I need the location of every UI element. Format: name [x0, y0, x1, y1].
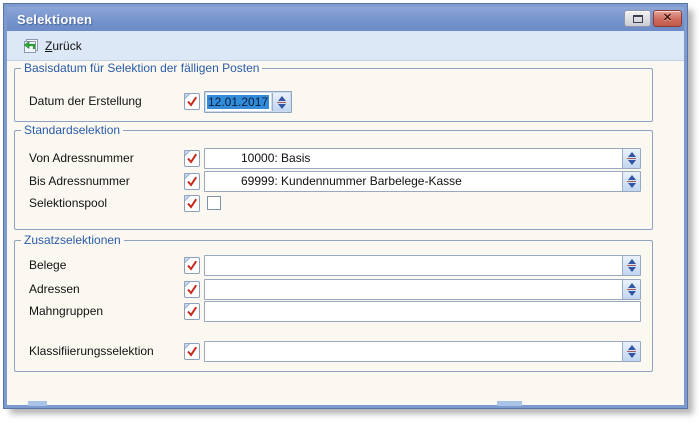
selektionspool-checkbox[interactable] [207, 196, 221, 210]
back-button[interactable]: Zurück [15, 34, 92, 58]
spin-up-icon [628, 175, 636, 180]
group-basisdatum-legend: Basisdatum für Selektion der fälligen Po… [21, 61, 262, 75]
dropdown-spinner[interactable] [622, 280, 640, 299]
group-standardselektion-legend: Standardselektion [21, 123, 123, 137]
row-adressen: Adressen [15, 279, 652, 300]
dropdown-value [205, 256, 622, 275]
dropdown-value: 10000: Basis [205, 149, 622, 168]
background-window-edge [28, 401, 47, 406]
field-label: Datum der Erstellung [29, 91, 142, 112]
row-klassifiierungsselektion: Klassifiierungsselektion [15, 341, 652, 362]
back-button-label: Zurück [45, 39, 82, 53]
confirm-checkbox-icon[interactable] [184, 195, 200, 212]
spin-divider [627, 265, 636, 266]
background-window-edge [497, 401, 522, 406]
group-zusatzselektionen-legend: Zusatzselektionen [21, 233, 124, 247]
spin-down-icon [628, 291, 636, 296]
spin-down-icon [628, 183, 636, 188]
field-label: Von Adressnummer [29, 148, 134, 169]
dropdown-spinner[interactable] [622, 256, 640, 275]
window-title: Selektionen [17, 12, 92, 27]
group-standardselektion: Standardselektion Von Adressnummer 10000… [14, 130, 653, 230]
adressen-dropdown[interactable] [204, 279, 641, 300]
minimize-icon [633, 15, 643, 23]
row-bis-adressnummer: Bis Adressnummer 69999: Kundennummer Bar… [15, 171, 652, 192]
spin-divider [277, 102, 286, 103]
confirm-checkbox-icon[interactable] [184, 257, 200, 274]
confirm-checkbox-icon[interactable] [184, 93, 200, 110]
field-label: Selektionspool [29, 193, 107, 214]
row-belege: Belege [15, 255, 652, 276]
spin-down-icon [628, 353, 636, 358]
group-basisdatum: Basisdatum für Selektion der fälligen Po… [14, 68, 653, 122]
dropdown-value [205, 342, 622, 361]
row-selektionspool: Selektionspool [15, 193, 652, 214]
spin-up-icon [278, 96, 286, 101]
row-mahngruppen: Mahngruppen [15, 301, 652, 322]
spin-up-icon [628, 283, 636, 288]
spin-down-icon [278, 104, 286, 109]
confirm-checkbox-icon[interactable] [184, 173, 200, 190]
spin-divider [627, 351, 636, 352]
group-zusatzselektionen: Zusatzselektionen Belege [14, 240, 653, 372]
date-input-text[interactable]: 12.01.2017 [206, 93, 271, 111]
spin-up-icon [628, 259, 636, 264]
dropdown-value: 69999: Kundennummer Barbelege-Kasse [205, 172, 622, 191]
spin-down-icon [628, 267, 636, 272]
spin-up-icon [628, 345, 636, 350]
date-input[interactable]: 12.01.2017 [204, 91, 292, 113]
spin-up-icon [628, 152, 636, 157]
dialog-body: Basisdatum für Selektion der fälligen Po… [7, 61, 684, 405]
toolbar: Zurück [7, 31, 684, 61]
spin-divider [627, 181, 636, 182]
confirm-checkbox-icon[interactable] [184, 150, 200, 167]
dropdown-spinner[interactable] [622, 172, 640, 191]
close-button[interactable]: ✕ [653, 10, 682, 27]
field-label: Mahngruppen [29, 301, 103, 322]
row-von-adressnummer: Von Adressnummer 10000: Basis [15, 148, 652, 169]
spin-divider [627, 158, 636, 159]
title-bar[interactable]: Selektionen ✕ [7, 7, 684, 31]
field-label: Adressen [29, 279, 80, 300]
back-arrow-icon [22, 38, 39, 54]
desktop: Selektionen ✕ Zurück [0, 0, 699, 425]
field-label: Belege [29, 255, 66, 276]
selektionen-window: Selektionen ✕ Zurück [4, 4, 687, 408]
date-spinner[interactable] [272, 93, 290, 111]
confirm-checkbox-icon[interactable] [184, 303, 200, 320]
close-icon: ✕ [663, 13, 672, 24]
klassifiierungsselektion-dropdown[interactable] [204, 341, 641, 362]
spin-divider [627, 289, 636, 290]
mahngruppen-input[interactable] [204, 301, 641, 322]
minimize-button[interactable] [624, 10, 651, 27]
dropdown-spinner[interactable] [622, 342, 640, 361]
dropdown-spinner[interactable] [622, 149, 640, 168]
confirm-checkbox-icon[interactable] [184, 343, 200, 360]
belege-dropdown[interactable] [204, 255, 641, 276]
field-label: Klassifiierungsselektion [29, 341, 154, 362]
field-label: Bis Adressnummer [29, 171, 130, 192]
row-datum-der-erstellung: Datum der Erstellung 12.01.2017 [15, 91, 652, 112]
dropdown-value [205, 280, 622, 299]
von-adressnummer-dropdown[interactable]: 10000: Basis [204, 148, 641, 169]
confirm-checkbox-icon[interactable] [184, 281, 200, 298]
spin-down-icon [628, 160, 636, 165]
bis-adressnummer-dropdown[interactable]: 69999: Kundennummer Barbelege-Kasse [204, 171, 641, 192]
